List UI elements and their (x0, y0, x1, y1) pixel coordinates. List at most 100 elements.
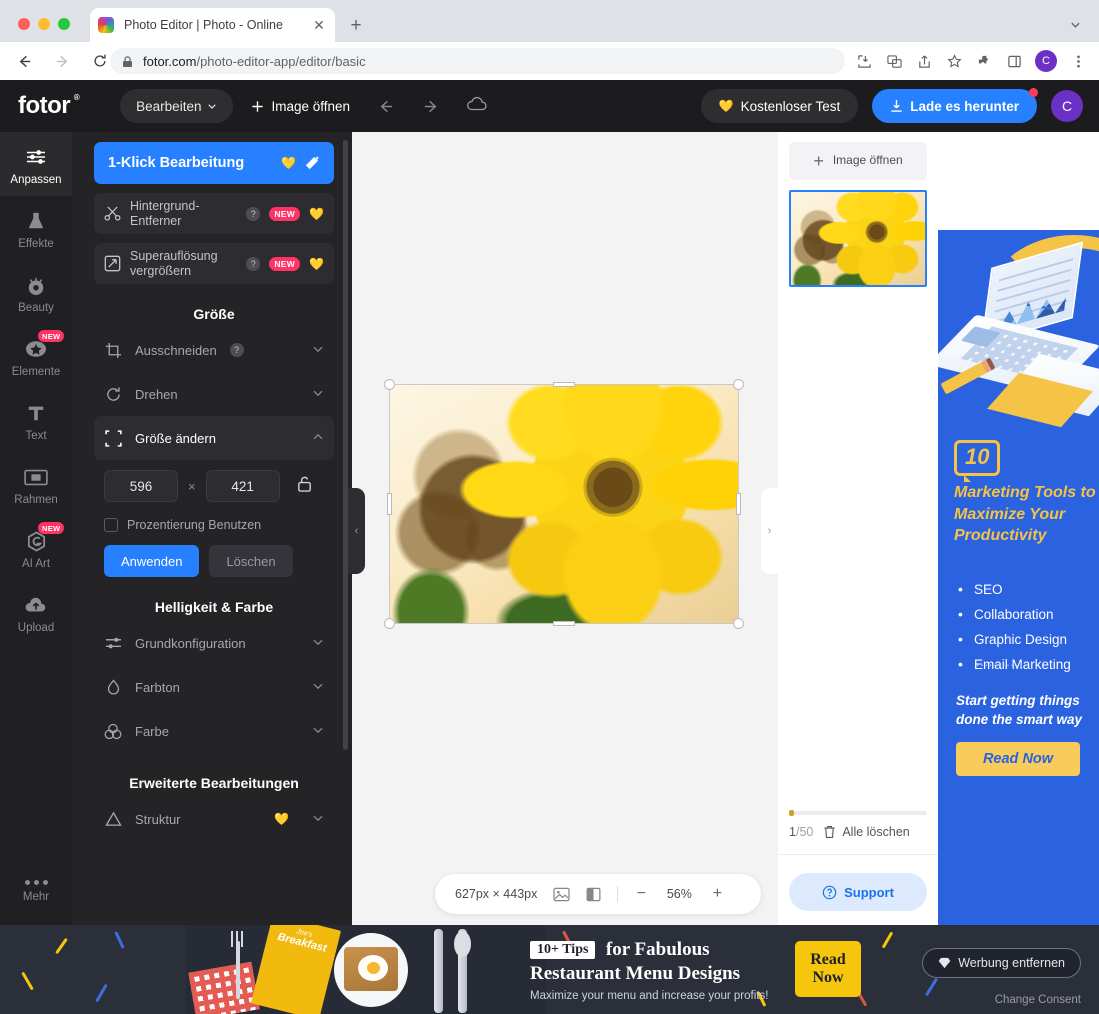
chevron-down-icon (207, 101, 217, 111)
resize-handle-top-right[interactable] (733, 379, 744, 390)
image-list-scroll-thumb[interactable] (789, 810, 794, 816)
zoom-out-button[interactable]: − (634, 885, 648, 903)
resize-handle-bottom-right[interactable] (733, 618, 744, 629)
minimize-window-button[interactable] (38, 18, 50, 30)
user-avatar[interactable]: C (1051, 90, 1083, 122)
droplet-icon (104, 679, 122, 696)
accordion-crop[interactable]: Ausschneiden ? (94, 328, 334, 372)
sidebar-item-ai-art[interactable]: NEW AI Art (0, 516, 72, 580)
download-icon[interactable] (851, 48, 877, 74)
download-icon (890, 99, 903, 113)
zoom-in-button[interactable]: + (710, 885, 724, 903)
zoom-level-label: 56% (664, 887, 694, 901)
compare-split-icon[interactable] (586, 887, 601, 902)
download-button[interactable]: Lade es herunter (872, 89, 1037, 123)
resize-handle-top[interactable] (553, 382, 575, 387)
remove-ads-button[interactable]: Werbung entfernen (922, 948, 1081, 978)
edit-menu-button[interactable]: Bearbeiten (120, 89, 233, 123)
editor-canvas[interactable]: 627px × 443px − 56% + (352, 132, 778, 925)
free-trial-button[interactable]: 💛 Kostenloser Test (701, 89, 859, 123)
bottom-ad-read-now-button[interactable]: Read Now (795, 941, 861, 997)
scissors-icon (104, 205, 121, 222)
panel-divider (778, 854, 938, 855)
new-badge: NEW (269, 257, 300, 271)
fit-image-icon[interactable] (553, 887, 570, 902)
logo-text: fotor (18, 92, 70, 119)
sidebar-item-more[interactable]: Mehr (0, 880, 72, 903)
browser-forward-icon[interactable] (48, 47, 76, 75)
width-input[interactable]: 596 (104, 470, 178, 502)
accordion-rotate[interactable]: Drehen (94, 372, 334, 416)
resize-handle-left[interactable] (387, 493, 392, 515)
undo-icon[interactable] (374, 95, 396, 117)
fotor-logo[interactable]: fotor® (18, 92, 70, 120)
resize-handle-bottom[interactable] (553, 621, 575, 626)
breakfast-photo: Joe's Breakfast (186, 925, 546, 1014)
sidebar-item-rahmen[interactable]: Rahmen (0, 452, 72, 516)
sidebar-item-beauty[interactable]: Beauty (0, 260, 72, 324)
resize-handle-top-left[interactable] (384, 379, 395, 390)
sidebar-item-effekte[interactable]: Effekte (0, 196, 72, 260)
clear-button[interactable]: Löschen (209, 545, 292, 577)
open-image-button[interactable]: Image öffnen (251, 99, 350, 114)
share-icon[interactable] (911, 48, 937, 74)
use-percentage-checkbox[interactable] (104, 518, 118, 532)
browser-tab[interactable]: Photo Editor | Photo - Online ✕ (90, 8, 335, 42)
open-image-tile-button[interactable]: + Image öffnen (789, 142, 927, 180)
new-tab-button[interactable]: + (345, 14, 367, 36)
accordion-resize[interactable]: Größe ändern (94, 416, 334, 460)
sidebar-item-elemente[interactable]: NEW Elemente (0, 324, 72, 388)
aspect-ratio-lock-icon[interactable] (296, 475, 313, 498)
resize-handle-right[interactable] (736, 493, 741, 515)
change-consent-link[interactable]: Change Consent (995, 994, 1081, 1006)
side-panel-icon[interactable] (1001, 48, 1027, 74)
browser-back-icon[interactable] (10, 47, 38, 75)
cloud-save-icon[interactable] (466, 96, 488, 117)
address-bar[interactable]: fotor.com/photo-editor-app/editor/basic (110, 48, 845, 74)
resize-handle-bottom-left[interactable] (384, 618, 395, 629)
image-list-footer: 1/50 Alle löschen (778, 811, 938, 839)
sidebar-item-anpassen[interactable]: Anpassen (0, 132, 72, 196)
close-tab-icon[interactable]: ✕ (311, 17, 327, 33)
collapse-left-panel-button[interactable]: ‹ (348, 488, 365, 574)
collapse-right-panel-button[interactable]: › (761, 488, 778, 574)
accordion-structure[interactable]: Struktur 💛 (94, 797, 334, 841)
image-list-scroll-track[interactable] (789, 811, 927, 815)
sliders-icon (104, 636, 122, 651)
super-resolution-row[interactable]: Superauflösung vergrößern ? NEW 💛 (94, 243, 334, 284)
chevron-down-icon[interactable] (1065, 14, 1085, 34)
bookmark-star-icon[interactable] (941, 48, 967, 74)
logo-registered-mark: ® (74, 93, 79, 102)
maximize-window-button[interactable] (58, 18, 70, 30)
ad-subline: Start getting things done the smart way (956, 692, 1096, 730)
accordion-basic-config[interactable]: Grundkonfiguration (94, 621, 334, 665)
tools-scrollbar[interactable] (343, 140, 348, 750)
bottom-advertisement[interactable]: Joe's Breakfast 10+ Tips for Fabulous Re… (0, 925, 1099, 1014)
sidebar-item-label: Beauty (18, 302, 54, 314)
image-thumbnail-selected[interactable] (789, 190, 927, 287)
translate-icon[interactable] (881, 48, 907, 74)
canvas-image-container[interactable] (389, 384, 739, 624)
help-icon[interactable]: ? (246, 207, 260, 221)
use-percentage-checkbox-row[interactable]: Prozentierung Benutzen (104, 518, 334, 532)
support-button[interactable]: Support (789, 873, 927, 911)
help-icon[interactable]: ? (246, 257, 260, 271)
browser-menu-icon[interactable] (1065, 48, 1091, 74)
accordion-color[interactable]: Farbe (94, 709, 334, 753)
close-window-button[interactable] (18, 18, 30, 30)
sidebar-item-upload[interactable]: Upload (0, 580, 72, 644)
background-remover-row[interactable]: Hintergrund-Entferner ? NEW 💛 (94, 193, 334, 234)
browser-profile-avatar[interactable]: C (1035, 50, 1057, 72)
window-controls[interactable] (18, 18, 70, 30)
height-input[interactable]: 421 (206, 470, 280, 502)
redo-icon[interactable] (420, 95, 442, 117)
apply-button[interactable]: Anwenden (104, 545, 199, 577)
sidebar-item-text[interactable]: Text (0, 388, 72, 452)
extensions-puzzle-icon[interactable] (971, 48, 997, 74)
clear-all-button[interactable]: Alle löschen (823, 825, 909, 839)
right-advertisement[interactable]: 10 Marketing Tools to Maximize Your Prod… (938, 230, 1099, 925)
accordion-hue[interactable]: Farbton (94, 665, 334, 709)
help-icon[interactable]: ? (230, 343, 244, 357)
one-click-edit-button[interactable]: 1-Klick Bearbeitung 💛 (94, 142, 334, 184)
ad-read-now-button[interactable]: Read Now (956, 742, 1080, 776)
